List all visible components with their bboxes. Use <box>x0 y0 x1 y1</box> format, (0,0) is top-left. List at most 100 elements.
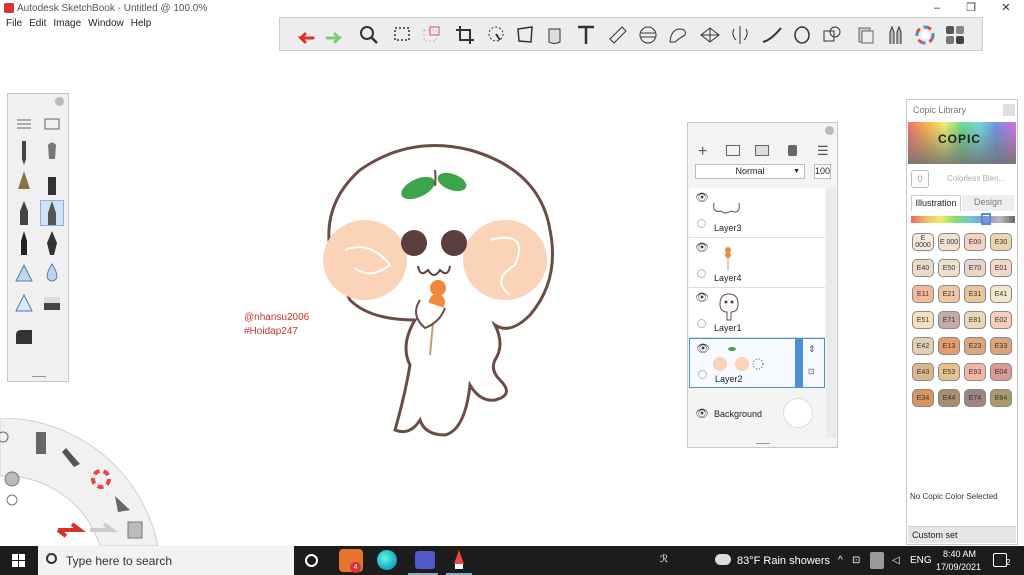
distort-icon[interactable] <box>512 22 538 48</box>
perspective-icon[interactable] <box>697 22 723 48</box>
copic-swatch[interactable]: E50 <box>938 259 960 277</box>
sketchbook-taskbar-icon[interactable] <box>452 550 466 570</box>
volume-icon[interactable]: ◁ <box>892 555 900 566</box>
add-image-icon[interactable] <box>755 145 769 156</box>
copic-swatch[interactable]: E21 <box>938 285 960 303</box>
layer-select-radio[interactable] <box>698 370 707 379</box>
layer-options-icon[interactable]: ⊡ <box>808 367 815 376</box>
lasso-icon[interactable] <box>483 22 509 48</box>
copic-family-selector[interactable] <box>981 213 991 225</box>
layer-editor-close-icon[interactable] <box>825 126 834 135</box>
eye-icon[interactable]: 👁 <box>695 241 709 254</box>
canvas-drawing[interactable] <box>300 130 580 450</box>
brush-properties-icon[interactable] <box>12 111 36 137</box>
pencil-icon[interactable] <box>12 140 36 166</box>
color-wheel-icon[interactable] <box>912 22 938 48</box>
brush-library-icon[interactable] <box>882 22 908 48</box>
menu-help[interactable]: Help <box>131 17 152 31</box>
background-layer-row[interactable]: 👁 Background <box>689 388 825 438</box>
blend-mode-select[interactable]: Normal ▼ <box>695 164 805 179</box>
french-curve-icon[interactable] <box>665 22 691 48</box>
background-color-swatch[interactable] <box>783 398 813 428</box>
copic-swatch[interactable]: E53 <box>938 363 960 381</box>
start-windows-icon[interactable] <box>12 554 25 567</box>
transform-icon[interactable] <box>419 22 445 48</box>
layer-icon[interactable] <box>852 22 878 48</box>
copic-swatch[interactable]: E01 <box>990 259 1012 277</box>
layer-scrollbar[interactable] <box>826 188 836 438</box>
copic-swatch[interactable]: E 000 <box>938 233 960 251</box>
copic-swatch[interactable]: E51 <box>912 311 934 329</box>
copic-swatch[interactable]: E43 <box>912 363 934 381</box>
clock-date[interactable]: 17/09/2021 <box>936 562 981 572</box>
eraser-icon[interactable] <box>40 290 64 316</box>
copic-swatch[interactable]: E40 <box>912 259 934 277</box>
move-layer-icon[interactable]: ⇕ <box>808 344 816 355</box>
copic-swatch[interactable]: E44 <box>938 389 960 407</box>
edge-icon[interactable] <box>377 550 397 570</box>
copic-swatch[interactable]: E11 <box>912 285 934 303</box>
layer-select-radio[interactable] <box>697 219 706 228</box>
layer-row-layer3[interactable]: 👁 Layer3 <box>689 188 825 238</box>
teams-icon[interactable] <box>415 551 435 569</box>
layer-select-radio[interactable] <box>697 319 706 328</box>
stroke-icon[interactable] <box>759 22 785 48</box>
copic-swatch[interactable]: E00 <box>964 233 986 251</box>
tab-illustration[interactable]: Illustration <box>911 195 961 211</box>
copic-swatch[interactable]: E 0000 <box>912 233 934 251</box>
menu-image[interactable]: Image <box>53 17 81 31</box>
water-drop-icon[interactable] <box>40 260 64 286</box>
custom-set-bar[interactable]: Custom set <box>908 526 1016 543</box>
text-icon[interactable] <box>573 22 599 48</box>
menu-edit[interactable]: Edit <box>29 17 46 31</box>
copic-swatch[interactable]: E81 <box>964 311 986 329</box>
minimize-button[interactable]: – <box>920 0 954 17</box>
select-icon[interactable] <box>390 22 416 48</box>
add-layer-icon[interactable]: + <box>698 143 707 161</box>
copic-swatch[interactable]: E74 <box>964 389 986 407</box>
shape-icon[interactable] <box>789 22 815 48</box>
close-button[interactable]: ✕ <box>989 0 1023 17</box>
pen-workspace-icon[interactable] <box>870 552 884 569</box>
triangle-brush-icon[interactable] <box>12 260 36 286</box>
ellipse-guide-icon[interactable] <box>635 22 661 48</box>
eye-icon[interactable]: 👁 <box>695 191 709 204</box>
zoom-icon[interactable] <box>356 22 382 48</box>
soft-eraser-icon[interactable] <box>12 324 36 350</box>
cortana-icon[interactable] <box>305 554 318 567</box>
inking-pen-icon[interactable] <box>12 200 36 226</box>
eye-icon[interactable]: 👁 <box>696 342 710 355</box>
copic-close-icon[interactable] <box>1003 104 1015 116</box>
lagoon-layers-icon[interactable] <box>127 521 143 539</box>
copic-icon[interactable] <box>942 22 968 48</box>
input-language[interactable]: ENG <box>910 555 932 566</box>
eye-icon[interactable]: 👁 <box>695 291 709 304</box>
network-icon[interactable]: ⊡ <box>852 555 860 566</box>
show-hidden-icons-icon[interactable]: ^ <box>838 555 843 566</box>
copic-family-strip[interactable] <box>911 216 1015 223</box>
copic-swatch[interactable]: E93 <box>964 363 986 381</box>
layer-opacity-slider[interactable] <box>795 339 803 387</box>
weather-text[interactable]: 83°F Rain showers <box>737 555 830 567</box>
maximize-button[interactable]: ❐ <box>954 0 988 17</box>
palette-resize-handle[interactable] <box>32 376 46 377</box>
layer-editor-resize-handle[interactable] <box>756 443 770 444</box>
layer-row-layer2[interactable]: 👁 Layer2 ⇕ ⊡ <box>689 338 825 388</box>
marker-icon[interactable] <box>40 170 64 196</box>
people-icon[interactable]: ℛ <box>660 554 668 565</box>
layer-row-layer4[interactable]: 👁 Layer4 <box>689 238 825 288</box>
copic-swatch[interactable]: E04 <box>990 363 1012 381</box>
layer-select-radio[interactable] <box>697 269 706 278</box>
fineliner-icon[interactable] <box>12 230 36 256</box>
weather-cloud-icon[interactable] <box>715 554 731 565</box>
palette-close-icon[interactable] <box>55 97 64 106</box>
notifications-icon[interactable] <box>993 553 1007 567</box>
redo-icon[interactable] <box>322 22 348 48</box>
fountain-pen-icon[interactable] <box>40 230 64 256</box>
menu-file[interactable]: File <box>6 17 22 31</box>
tab-design[interactable]: Design <box>962 195 1014 211</box>
copic-swatch[interactable]: E13 <box>938 337 960 355</box>
copic-swatch[interactable]: E02 <box>990 311 1012 329</box>
layer-menu-icon[interactable]: ☰ <box>817 143 829 159</box>
clock-time[interactable]: 8:40 AM <box>943 549 976 559</box>
